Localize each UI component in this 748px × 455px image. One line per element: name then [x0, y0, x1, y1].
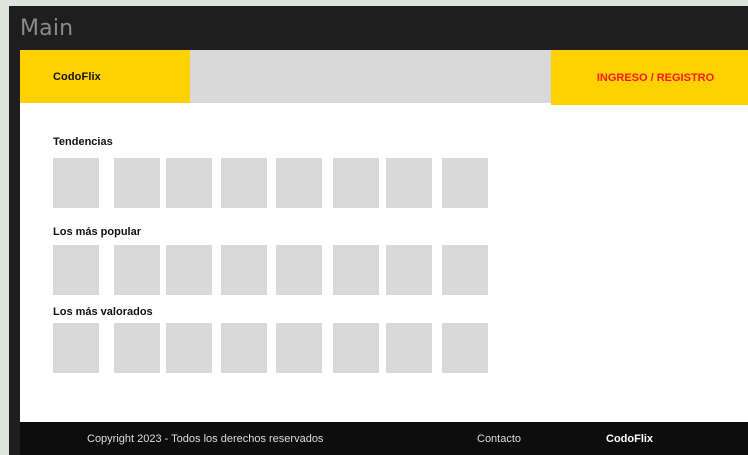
movie-tile[interactable] — [276, 323, 322, 373]
movie-tile[interactable] — [166, 245, 212, 295]
movie-tile[interactable] — [221, 323, 267, 373]
movie-tile[interactable] — [276, 245, 322, 295]
movie-tile[interactable] — [166, 158, 212, 208]
movie-tile[interactable] — [114, 245, 160, 295]
movie-tile[interactable] — [442, 245, 488, 295]
row-valorados — [20, 323, 748, 373]
login-register-label: INGRESO / REGISTRO — [596, 71, 715, 84]
movie-tile[interactable] — [53, 158, 99, 208]
login-register-button[interactable]: INGRESO / REGISTRO — [551, 50, 748, 105]
row-tendencias — [20, 158, 748, 208]
movie-tile[interactable] — [53, 323, 99, 373]
footer-brand[interactable]: CodoFlix — [606, 433, 653, 445]
movie-tile[interactable] — [386, 323, 432, 373]
movie-tile[interactable] — [333, 158, 379, 208]
footer-copyright: Copyright 2023 - Todos los derechos rese… — [87, 433, 324, 445]
movie-tile[interactable] — [276, 158, 322, 208]
row-popular — [20, 245, 748, 295]
movie-tile[interactable] — [386, 245, 432, 295]
brand-container[interactable]: CodoFlix — [20, 50, 190, 103]
movie-tile[interactable] — [166, 323, 212, 373]
footer: Copyright 2023 - Todos los derechos rese… — [20, 422, 748, 455]
movie-tile[interactable] — [442, 158, 488, 208]
footer-contact-link[interactable]: Contacto — [477, 433, 521, 445]
movie-tile[interactable] — [386, 158, 432, 208]
movie-tile[interactable] — [333, 323, 379, 373]
header: CodoFlix INGRESO / REGISTRO — [20, 50, 748, 105]
page: CodoFlix INGRESO / REGISTRO Tendencias L… — [20, 50, 748, 455]
movie-tile[interactable] — [442, 323, 488, 373]
movie-tile[interactable] — [114, 323, 160, 373]
movie-tile[interactable] — [221, 158, 267, 208]
section-title-valorados: Los más valorados — [53, 306, 153, 318]
movie-tile[interactable] — [221, 245, 267, 295]
frame-label: Main — [20, 16, 74, 41]
movie-tile[interactable] — [333, 245, 379, 295]
movie-tile[interactable] — [53, 245, 99, 295]
section-title-tendencias: Tendencias — [53, 136, 113, 148]
section-title-popular: Los más popular — [53, 226, 142, 238]
brand-logo[interactable]: CodoFlix — [53, 71, 101, 83]
movie-tile[interactable] — [114, 158, 160, 208]
